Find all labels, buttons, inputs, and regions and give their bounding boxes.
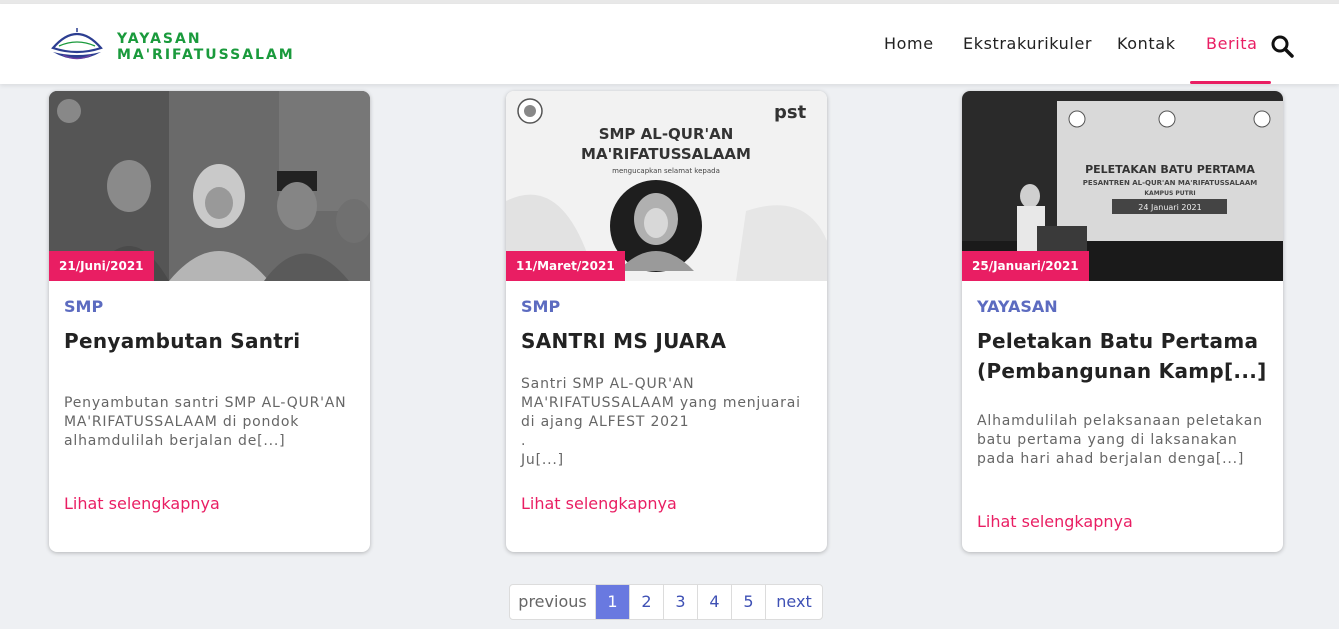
image-heading-1: SMP AL-QUR'AN [599,125,734,143]
navbar: YAYASAN MA'RIFATUSSALAM Home Ekstrakurik… [0,4,1339,84]
card-excerpt: Alhamdulilah pelaksanaan peletakan batu … [977,413,1263,467]
card-category[interactable]: SMP [64,297,103,316]
news-card[interactable]: PELETAKAN BATU PERTAMA PESANTREN AL-QUR'… [962,91,1283,552]
card-excerpt: Santri SMP AL-QUR'AN MA'RIFATUSSALAAM ya… [521,376,801,468]
brand-name[interactable]: YAYASAN MA'RIFATUSSALAM [117,31,295,63]
page-1-button[interactable]: 1 [596,585,630,619]
image-subtext: mengucapkan selamat kepada [612,167,720,175]
mosque-dome-logo[interactable] [49,26,105,64]
active-nav-indicator [1190,81,1271,84]
page-2-button[interactable]: 2 [630,585,664,619]
banner-text-3: KAMPUS PUTRI [1144,190,1195,197]
brand-line-1: YAYASAN [117,31,202,47]
nav-ekstrakurikuler[interactable]: Ekstrakurikuler [963,34,1092,53]
banner-text-1: PELETAKAN BATU PERTAMA [1085,163,1255,176]
read-more-link[interactable]: Lihat selengkapnya [521,494,677,513]
page-3-button[interactable]: 3 [664,585,698,619]
date-badge: 21/Juni/2021 [49,251,154,281]
previous-page-button[interactable]: previous [510,585,596,619]
card-title[interactable]: Penyambutan Santri [64,326,359,356]
banner-date: 24 Januari 2021 [1138,203,1201,212]
nav-kontak[interactable]: Kontak [1117,34,1176,53]
card-title[interactable]: Peletakan Batu Pertama (Pembangunan Kamp… [977,326,1272,386]
pst-logo-text: pst [774,102,807,123]
image-heading-2: MA'RIFATUSSALAAM [581,145,751,163]
read-more-link[interactable]: Lihat selengkapnya [977,512,1133,531]
card-category[interactable]: YAYASAN [977,297,1058,316]
card-excerpt: Penyambutan santri SMP AL-QUR'AN MA'RIFA… [64,395,347,449]
next-page-button[interactable]: next [766,585,822,619]
search-icon[interactable] [1270,34,1294,58]
news-card[interactable]: 21/Juni/2021 SMP Penyambutan Santri Peny… [49,91,370,552]
brand-line-2: MA'RIFATUSSALAM [117,47,295,63]
page-4-button[interactable]: 4 [698,585,732,619]
date-badge: 11/Maret/2021 [506,251,625,281]
page-5-button[interactable]: 5 [732,585,766,619]
banner-text-2: PESANTREN AL-QUR'AN MA'RIFATUSSALAAM [1083,179,1257,187]
card-title[interactable]: SANTRI MS JUARA [521,326,816,356]
news-card[interactable]: pst SMP AL-QUR'AN MA'RIFATUSSALAAM mengu… [506,91,827,552]
read-more-link[interactable]: Lihat selengkapnya [64,494,220,513]
card-category[interactable]: SMP [521,297,560,316]
nav-home[interactable]: Home [884,34,934,53]
pagination: previous 1 2 3 4 5 next [509,584,823,620]
date-badge: 25/Januari/2021 [962,251,1089,281]
nav-berita[interactable]: Berita [1206,34,1258,53]
